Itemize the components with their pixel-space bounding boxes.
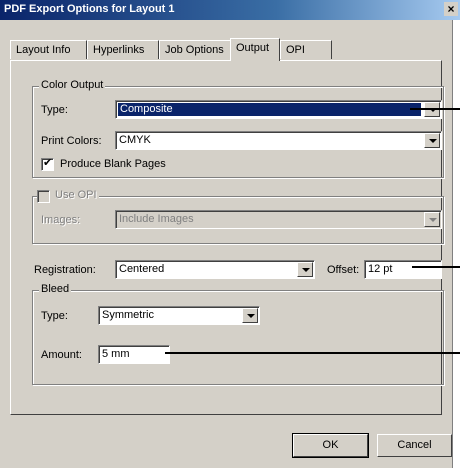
bleed-amount-label: Amount: (41, 349, 82, 361)
title-bar: PDF Export Options for Layout 1 × (0, 0, 460, 20)
callout-line (410, 108, 460, 110)
color-type-select[interactable]: Composite (115, 100, 442, 119)
opi-images-label: Images: (41, 214, 81, 226)
tab-job-options[interactable]: Job Options (159, 40, 232, 59)
print-colors-select[interactable]: CMYK (115, 131, 442, 150)
tab-output[interactable]: Output (230, 38, 280, 61)
close-icon[interactable]: × (444, 2, 458, 16)
callout-line (165, 352, 460, 354)
chevron-down-icon[interactable] (424, 212, 440, 227)
opi-images-value: Include Images (119, 213, 194, 225)
tab-hyperlinks[interactable]: Hyperlinks (87, 40, 159, 59)
chevron-down-icon[interactable] (242, 308, 258, 323)
print-colors-value: CMYK (119, 134, 151, 146)
tab-label: Hyperlinks (93, 44, 145, 56)
print-colors-label: Print Colors: (41, 135, 102, 147)
chevron-down-icon[interactable] (424, 133, 440, 148)
color-type-label: Type: (41, 104, 68, 116)
tab-label: Layout Info (16, 44, 71, 56)
tab-layout-info[interactable]: Layout Info (10, 40, 87, 59)
tab-label: Job Options (165, 44, 224, 56)
offset-value: 12 pt (368, 263, 393, 275)
bleed-group: Bleed (32, 283, 444, 385)
offset-label: Offset: (327, 264, 360, 276)
tab-label: Output (236, 42, 270, 54)
use-opi-checkbox[interactable] (37, 190, 50, 203)
bleed-type-select[interactable]: Symmetric (98, 306, 260, 325)
cancel-button[interactable]: Cancel (377, 434, 452, 457)
registration-label: Registration: (34, 264, 96, 276)
callout-line (412, 266, 460, 268)
registration-select[interactable]: Centered (115, 260, 315, 279)
chevron-down-icon[interactable] (297, 262, 313, 277)
color-type-value: Composite (120, 103, 173, 115)
tab-opi[interactable]: OPI (280, 40, 332, 59)
bleed-legend: Bleed (39, 283, 72, 295)
offset-input[interactable]: 12 pt (364, 260, 442, 279)
blank-pages-label: Produce Blank Pages (60, 158, 166, 170)
window-title: PDF Export Options for Layout 1 (4, 3, 175, 15)
ok-button[interactable]: OK (292, 433, 369, 458)
bleed-type-label: Type: (41, 310, 68, 322)
opi-images-select[interactable]: Include Images (115, 210, 442, 229)
tab-label: OPI (286, 44, 305, 56)
bleed-type-value: Symmetric (102, 309, 154, 321)
blank-pages-checkbox[interactable] (41, 156, 54, 171)
bleed-amount-input[interactable]: 5 mm (98, 345, 170, 364)
color-output-legend: Color Output (39, 79, 106, 91)
bleed-amount-value: 5 mm (102, 348, 130, 360)
registration-value: Centered (119, 263, 165, 275)
